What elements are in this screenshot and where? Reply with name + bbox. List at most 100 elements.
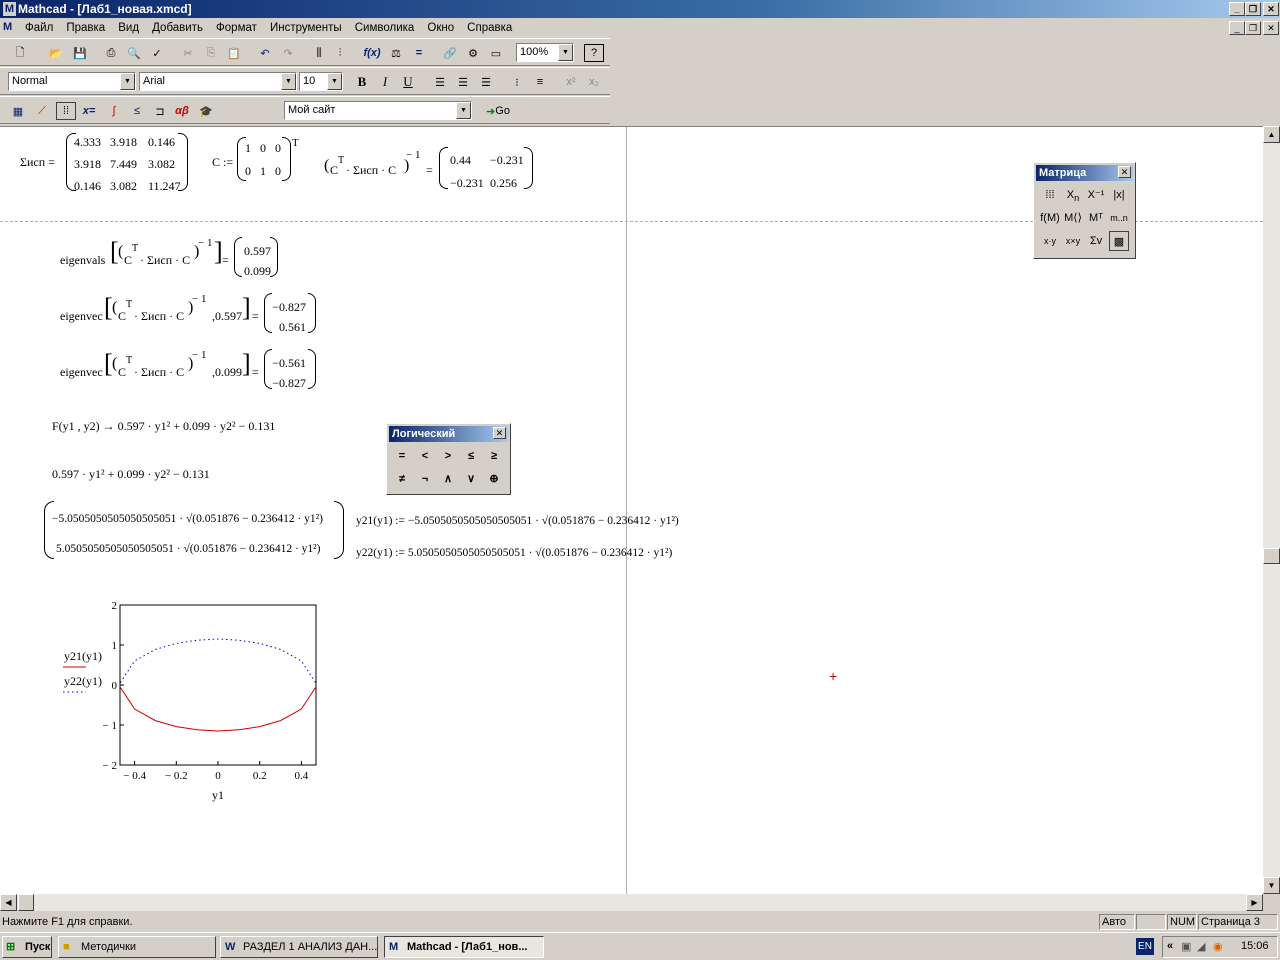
task-mathcad[interactable]: M Mathcad - [Лаб1_нов... (384, 936, 544, 958)
superscript-icon[interactable]: x² (561, 73, 581, 91)
task-word[interactable]: W РАЗДЕЛ 1 АНАЛИЗ ДАН... (220, 936, 378, 958)
logic-greater-equal-button[interactable]: ≥ (484, 446, 504, 466)
volume-icon[interactable]: ◢ (1197, 940, 1205, 953)
logic-palette-close-icon[interactable]: ✕ (493, 427, 506, 439)
logic-greater-button[interactable]: > (438, 446, 458, 466)
logic-less-button[interactable]: < (415, 446, 435, 466)
address-select[interactable]: Мой сайт ▼ (284, 101, 472, 120)
horizontal-scrollbar[interactable]: ◀ ▶ (0, 894, 1263, 911)
align-center-icon[interactable]: ☰ (453, 73, 473, 91)
range-variable-icon[interactable]: m..n (1109, 208, 1129, 228)
dot-product-icon[interactable]: x·y (1040, 231, 1060, 251)
scroll-right-icon[interactable]: ▶ (1246, 894, 1263, 911)
align-across-icon[interactable]: ⫼ (309, 44, 329, 62)
cut-icon[interactable]: ✂ (178, 44, 198, 62)
menu-symbolics[interactable]: Символика (350, 18, 420, 38)
bullets-icon[interactable]: ⁝ (507, 73, 527, 91)
align-down-icon[interactable]: ⫶ (330, 44, 350, 62)
go-button[interactable]: ➜ Go (481, 102, 515, 120)
numbering-icon[interactable]: ≡ (530, 73, 550, 91)
paste-icon[interactable]: 📋 (224, 44, 244, 62)
menu-insert[interactable]: Добавить (147, 18, 208, 38)
insert-matrix-icon[interactable]: ⁞⁞⁞ (1040, 185, 1060, 205)
doc-restore-button[interactable]: ❐ (1245, 21, 1261, 35)
vertical-scroll-thumb[interactable] (1263, 548, 1280, 564)
determinant-icon[interactable]: |x| (1109, 185, 1129, 205)
menu-file[interactable]: Файл (20, 18, 58, 38)
vectorize-icon[interactable]: f(M) (1040, 208, 1060, 228)
style-select[interactable]: Normal ▼ (8, 72, 136, 91)
evaluation-palette-icon[interactable]: x= (79, 102, 99, 120)
vector-sum-icon[interactable]: Σv (1086, 231, 1106, 251)
font-size-select[interactable]: 10 ▼ (299, 72, 343, 91)
insert-unit-icon[interactable]: ⚖ (386, 44, 406, 62)
logic-not-equal-button[interactable]: ≠ (392, 469, 412, 489)
undo-icon[interactable]: ↶ (255, 44, 275, 62)
matrix-palette-close-icon[interactable]: ✕ (1118, 166, 1131, 178)
graph-palette-icon[interactable]: ⟋ (32, 102, 52, 120)
font-dropdown-icon[interactable]: ▼ (281, 73, 296, 90)
matrix-column-icon[interactable]: M⟨⟩ (1063, 208, 1083, 228)
save-icon[interactable]: 💾 (70, 44, 90, 62)
help-icon[interactable]: ? (584, 44, 604, 62)
logic-less-equal-button[interactable]: ≤ (461, 446, 481, 466)
align-left-icon[interactable]: ☰ (430, 73, 450, 91)
picture-icon[interactable]: ▩ (1109, 231, 1129, 251)
greek-palette-icon[interactable]: αβ (172, 102, 192, 120)
logic-equal-button[interactable]: = (392, 446, 412, 466)
scroll-up-icon[interactable]: ▲ (1263, 126, 1280, 143)
calculator-palette-icon[interactable]: ▦ (8, 102, 28, 120)
vertical-scrollbar[interactable]: ▲ ▼ (1263, 126, 1280, 894)
logic-palette[interactable]: Логический ✕ = < > ≤ ≥ ≠ ¬ ∧ ∨ ⊕ (386, 423, 511, 495)
new-icon[interactable]: 🗋 (10, 44, 30, 62)
address-dropdown-icon[interactable]: ▼ (456, 102, 471, 119)
tray-expand-icon[interactable]: « (1167, 940, 1173, 952)
italic-button[interactable]: I (375, 73, 395, 91)
matrix-subscript-icon[interactable]: Xn (1063, 185, 1083, 205)
matrix-inverse-icon[interactable]: X⁻¹ (1086, 185, 1106, 205)
symbolic-palette-icon[interactable]: 🎓 (196, 102, 216, 120)
antivirus-icon[interactable]: ◉ (1213, 940, 1223, 953)
scroll-left-icon[interactable]: ◀ (0, 894, 17, 911)
calculate-icon[interactable]: = (409, 44, 429, 62)
language-indicator[interactable]: EN (1136, 938, 1154, 955)
insert-function-icon[interactable]: f(x) (362, 44, 382, 62)
start-button[interactable]: ⊞ Пуск (2, 936, 52, 958)
programming-palette-icon[interactable]: ⊐ (150, 102, 170, 120)
spellcheck-icon[interactable]: ✓ (147, 44, 167, 62)
zoom-dropdown-icon[interactable]: ▼ (558, 44, 573, 61)
boolean-palette-icon[interactable]: ≤ (127, 102, 147, 120)
style-dropdown-icon[interactable]: ▼ (120, 73, 135, 90)
close-button[interactable]: ✕ (1263, 2, 1279, 16)
matrix-palette-icon[interactable]: ⁞⁞ (56, 102, 76, 120)
menu-tools[interactable]: Инструменты (265, 18, 347, 38)
maximize-button[interactable]: ❐ (1245, 2, 1261, 16)
component-wizard-icon[interactable]: ⚙ (463, 44, 483, 62)
matrix-transpose-icon[interactable]: Mᵀ (1086, 208, 1106, 228)
resource-center-icon[interactable]: ▭ (486, 44, 506, 62)
align-right-icon[interactable]: ☰ (476, 73, 496, 91)
logic-and-button[interactable]: ∧ (438, 469, 458, 489)
menu-help[interactable]: Справка (462, 18, 517, 38)
worksheet[interactable]: Σисп = 4.333 3.918 0.146 3.918 7.449 3.0… (0, 126, 1263, 894)
bold-button[interactable]: B (352, 73, 372, 91)
font-select[interactable]: Arial ▼ (139, 72, 297, 91)
copy-icon[interactable]: ⎘ (201, 44, 221, 62)
cross-product-icon[interactable]: x×y (1063, 231, 1083, 251)
xy-plot[interactable]: − 0.4 − 0.2 0 0.2 0.4 2 1 0 − 1 − 2 y1 y21(y1) y22(y… (40, 587, 340, 807)
matrix-palette[interactable]: Матрица ✕ ⁞⁞⁞ Xn X⁻¹ |x| f(M) M⟨⟩ Mᵀ m..… (1033, 162, 1136, 259)
zoom-select[interactable]: 100% ▼ (516, 43, 574, 62)
menu-window[interactable]: Окно (422, 18, 459, 38)
subscript-icon[interactable]: x₂ (584, 73, 604, 91)
redo-icon[interactable]: ↷ (278, 44, 298, 62)
logic-xor-button[interactable]: ⊕ (484, 469, 504, 489)
horizontal-scroll-thumb[interactable] (18, 894, 34, 911)
font-size-dropdown-icon[interactable]: ▼ (327, 73, 342, 90)
doc-minimize-button[interactable]: _ (1229, 21, 1245, 35)
insert-hyperlink-icon[interactable]: 🔗 (440, 44, 460, 62)
open-icon[interactable]: 📂 (46, 44, 66, 62)
calculus-palette-icon[interactable]: ∫ (104, 102, 124, 120)
task-folder[interactable]: ■ Методички (58, 936, 216, 958)
underline-button[interactable]: U (398, 73, 418, 91)
menu-view[interactable]: Вид (113, 18, 144, 38)
